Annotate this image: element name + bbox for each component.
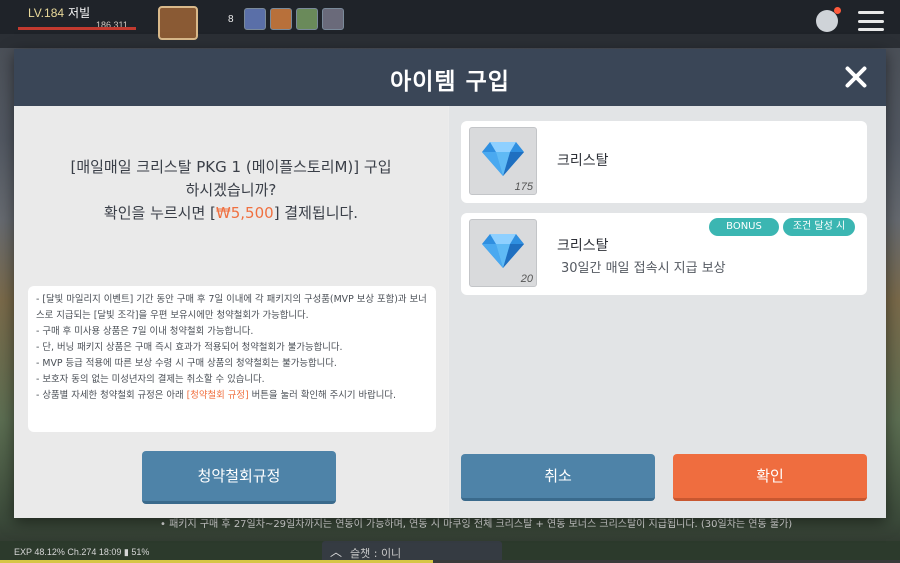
terms-line: - 단, 버닝 패키지 상품은 구매 즉시 효과가 적용되어 청약철회가 불가능…: [36, 342, 343, 353]
close-icon[interactable]: [840, 61, 872, 93]
chat-label: 슬챗 : 이니: [350, 547, 402, 560]
item-quantity: 20: [520, 273, 533, 285]
terms-line: - [달빛 마일리지 이벤트] 기간 동안 구매 후 7일 이내에 각 패키지의…: [36, 294, 427, 321]
quick-slot-icon[interactable]: [243, 8, 266, 30]
status-exp: EXP 48.12% Ch.274 18:09: [14, 547, 122, 557]
quick-count: 8: [228, 13, 234, 25]
quick-slot-icon[interactable]: [295, 8, 318, 30]
player-level: LV.184 저빌: [28, 4, 90, 21]
dialog-header: 아이템 구입: [14, 49, 886, 106]
left-pane: [매일매일 크리스탈 PKG 1 (메이플스토리M)] 구입 하시겠습니까? 확…: [14, 106, 448, 518]
player-name: 저빌: [68, 6, 91, 20]
terms-line: - 상품별 자세한 청약철회 규정은 아래 [청약철회 규정] 버튼을 눌러 확…: [36, 388, 428, 404]
terms-line: - MVP 등급 적용에 따른 보상 수령 시 구매 상품의 청약철회는 불가능…: [36, 358, 337, 369]
hp-bar: [18, 27, 136, 30]
item-name: 크리스탈: [557, 153, 609, 169]
item-description: 30일간 매일 접속시 지급 보상: [561, 261, 726, 276]
chevron-up-icon: ︿: [330, 545, 343, 559]
menu-icon[interactable]: [858, 11, 884, 31]
item-quantity: 175: [514, 181, 533, 193]
status-text: EXP 48.12% Ch.274 18:09 ▮ 51%: [14, 547, 150, 557]
quick-slot-icon[interactable]: [321, 8, 344, 30]
battery-text: 51%: [131, 547, 150, 557]
crystal-icon: [482, 234, 524, 268]
confirm-text-part: ] 결제됩니다.: [273, 204, 359, 222]
top-hud: LV.184 저빌 186,311 8: [0, 0, 900, 40]
price-text: ₩5,500: [215, 204, 274, 222]
item-card: 20 BONUS 조건 달성 시 크리스탈 30일간 매일 접속시 지급 보상: [461, 213, 867, 295]
skill-slot[interactable]: [158, 6, 198, 40]
bottom-hud: EXP 48.12% Ch.274 18:09 ▮ 51% ︿ 슬챗 : 이니: [0, 541, 900, 563]
terms-line: - 보호자 동의 없는 미성년자의 결제는 취소할 수 있습니다.: [36, 374, 265, 385]
confirm-text-part: 확인을 누르시면 [: [103, 204, 216, 222]
confirm-line: 하시겠습니까?: [185, 181, 277, 199]
right-pane: 175 크리스탈 20 BONUS 조건 달성 시 크리스탈 30일간 매일 접…: [449, 106, 886, 518]
crystal-icon: [482, 142, 524, 176]
item-thumbnail: 175: [469, 127, 537, 195]
terms-link: [청약철회 규정]: [186, 390, 249, 401]
dialog-title: 아이템 구입: [390, 69, 510, 95]
terms-text: 버튼을 눌러 확인해 주시기 바랍니다.: [248, 390, 396, 401]
confirm-message: [매일매일 크리스탈 PKG 1 (메이플스토리M)] 구입 하시겠습니까? 확…: [34, 156, 428, 225]
terms-line: - 구매 후 미사용 상품은 7일 이내 청약철회 가능합니다.: [36, 326, 254, 337]
terms-box: - [달빛 마일리지 이벤트] 기간 동안 구매 후 7일 이내에 각 패키지의…: [28, 286, 436, 432]
item-name: 크리스탈: [557, 238, 609, 254]
refund-policy-button[interactable]: 청약철회규정: [142, 451, 336, 504]
quick-slot-icon[interactable]: [269, 8, 292, 30]
confirm-line: 확인을 누르시면 [₩5,500] 결제됩니다.: [34, 202, 428, 225]
terms-text: - 상품별 자세한 청약철회 규정은 아래: [36, 390, 187, 401]
bag-icon[interactable]: [816, 7, 841, 32]
confirm-button[interactable]: 확인: [673, 454, 867, 501]
quick-slots: 8: [228, 8, 344, 30]
bonus-badge: BONUS: [709, 218, 779, 236]
item-thumbnail: 20: [469, 219, 537, 287]
item-card: 175 크리스탈: [461, 121, 867, 203]
condition-badge: 조건 달성 시: [783, 218, 855, 236]
confirm-line: [매일매일 크리스탈 PKG 1 (메이플스토리M)] 구입: [70, 158, 392, 176]
hud-right: [816, 7, 884, 32]
purchase-dialog: 아이템 구입 [매일매일 크리스탈 PKG 1 (메이플스토리M)] 구입 하시…: [14, 49, 886, 518]
level-text: LV.184: [28, 6, 65, 20]
cancel-button[interactable]: 취소: [461, 454, 655, 501]
